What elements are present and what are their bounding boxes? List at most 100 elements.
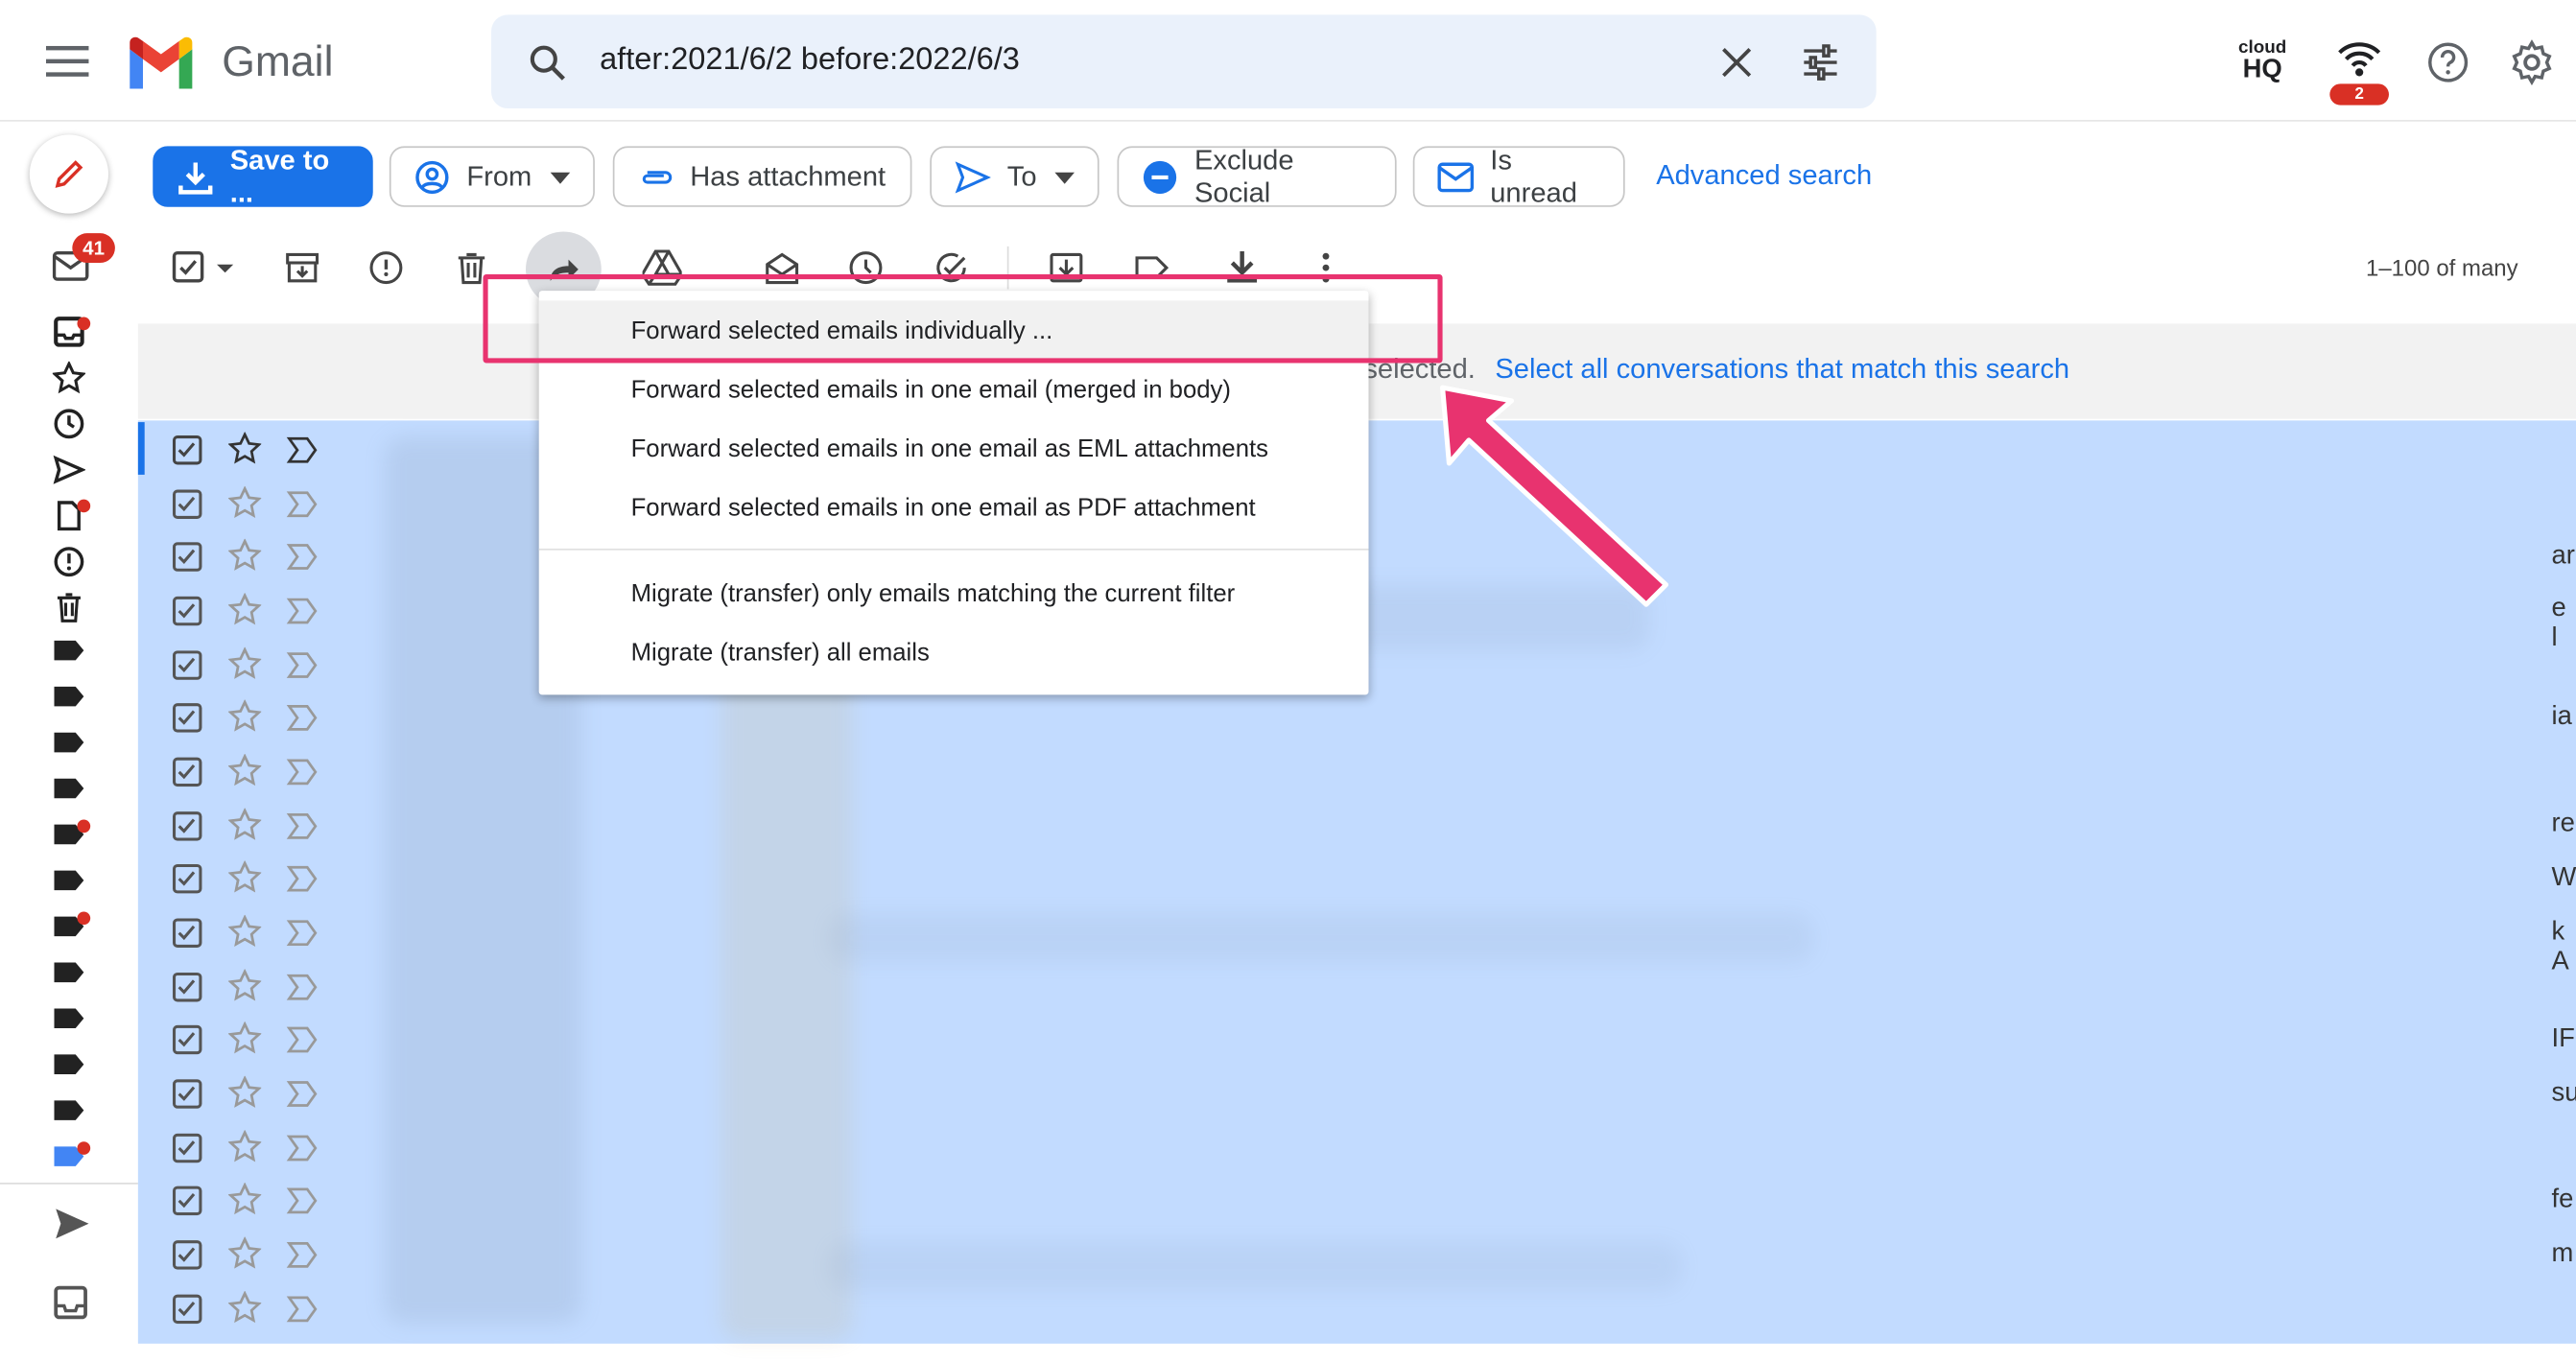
nav-trash-icon[interactable] [53,592,85,624]
nav-snoozed-icon[interactable] [53,408,85,440]
table-row[interactable] [138,1281,368,1334]
nav-label-icon[interactable] [53,729,85,762]
important-icon[interactable] [286,650,319,680]
star-icon[interactable] [228,860,262,893]
table-row[interactable] [138,851,368,904]
row-checkbox-icon[interactable] [172,1240,202,1270]
table-row[interactable] [138,905,368,958]
table-row[interactable] [138,637,368,690]
table-row[interactable] [138,1227,368,1280]
help-icon[interactable] [2426,41,2470,84]
important-icon[interactable] [286,1025,319,1055]
table-row[interactable] [138,1066,368,1118]
nav-label-icon[interactable] [53,775,85,808]
star-icon[interactable] [228,1075,262,1109]
table-row[interactable] [138,583,368,636]
search-icon[interactable] [528,43,567,82]
table-row[interactable] [138,528,368,581]
nav-label-icon[interactable] [53,1005,85,1038]
cloudhq-logo[interactable]: cloud HQ [2237,38,2286,82]
row-checkbox-icon[interactable] [172,1294,202,1325]
tune-icon[interactable] [1801,43,1840,82]
row-checkbox-icon[interactable] [172,1079,202,1109]
menu-item-forward-pdf[interactable]: Forward selected emails in one email as … [631,494,1256,522]
important-icon[interactable] [286,757,319,787]
row-checkbox-icon[interactable] [172,1133,202,1163]
important-icon[interactable] [286,1134,319,1163]
wifi-icon[interactable] [2336,39,2382,79]
star-icon[interactable] [228,432,262,464]
nav-label-icon[interactable] [53,683,85,716]
important-icon[interactable] [286,918,319,948]
has-attachment-chip[interactable]: Has attachment [612,146,912,207]
row-checkbox-icon[interactable] [172,489,202,519]
row-checkbox-icon[interactable] [172,703,202,733]
select-all-checkbox-icon[interactable] [171,249,207,286]
star-icon[interactable] [228,1291,262,1324]
row-checkbox-icon[interactable] [172,863,202,894]
important-icon[interactable] [286,542,319,572]
important-icon[interactable] [286,489,319,519]
row-checkbox-icon[interactable] [172,650,202,680]
star-icon[interactable] [228,754,262,787]
row-checkbox-icon[interactable] [172,542,202,572]
nav-spam-icon[interactable] [53,546,85,578]
gmail-logo[interactable] [125,36,197,89]
important-icon[interactable] [286,1294,319,1324]
star-icon[interactable] [228,1183,262,1215]
important-icon[interactable] [286,597,319,626]
table-row[interactable] [138,798,368,851]
save-to-button[interactable]: Save to ... [153,144,373,208]
compose-button[interactable] [29,134,109,214]
star-icon[interactable] [228,1130,262,1162]
important-icon[interactable] [286,1186,319,1215]
advanced-search-link[interactable]: Advanced search [1656,159,1872,192]
important-icon[interactable] [286,973,319,1002]
star-icon[interactable] [228,914,262,948]
nav-label-icon[interactable] [53,1097,85,1130]
nav-label-icon[interactable] [53,1051,85,1084]
table-row[interactable] [138,1120,368,1173]
report-spam-icon[interactable] [368,249,405,286]
menu-item-forward-merged[interactable]: Forward selected emails in one email (me… [631,376,1231,404]
search-input[interactable] [600,37,1685,84]
important-icon[interactable] [286,703,319,733]
table-row[interactable] [138,1173,368,1226]
important-icon[interactable] [286,811,319,841]
gear-icon[interactable] [2509,39,2555,86]
close-icon[interactable] [1720,46,1753,79]
star-icon[interactable] [228,1022,262,1054]
star-icon[interactable] [228,485,262,519]
row-checkbox-icon[interactable] [172,1024,202,1055]
table-row[interactable] [137,422,368,475]
table-row[interactable] [138,690,368,742]
row-checkbox-icon[interactable] [172,918,202,948]
menu-icon[interactable] [45,43,89,80]
nav-label-icon[interactable] [53,637,85,669]
select-dropdown-icon[interactable] [215,249,235,286]
star-icon[interactable] [228,646,262,680]
table-row[interactable] [138,959,368,1012]
star-icon[interactable] [228,969,262,1001]
row-checkbox-icon[interactable] [172,757,202,787]
table-row[interactable] [138,477,368,529]
star-icon[interactable] [228,699,262,733]
star-icon[interactable] [228,1236,262,1270]
nav-label-icon[interactable] [53,867,85,900]
row-checkbox-icon[interactable] [172,596,202,626]
nav-send-icon[interactable] [53,1206,92,1242]
important-icon[interactable] [286,1079,319,1109]
to-chip[interactable]: To [930,146,1099,207]
is-unread-chip[interactable]: Is unread [1412,144,1625,208]
row-checkbox-icon[interactable] [172,434,202,465]
row-checkbox-icon[interactable] [172,972,202,1002]
row-checkbox-icon[interactable] [172,1186,202,1216]
nav-label-icon[interactable] [53,959,85,992]
exclude-social-chip[interactable]: Exclude Social [1117,144,1397,208]
archive-icon[interactable] [284,249,320,286]
row-checkbox-icon[interactable] [172,811,202,841]
star-icon[interactable] [228,538,262,572]
table-row[interactable] [138,1012,368,1065]
table-row[interactable] [138,744,368,797]
menu-item-migrate-filter[interactable]: Migrate (transfer) only emails matching … [631,580,1236,608]
